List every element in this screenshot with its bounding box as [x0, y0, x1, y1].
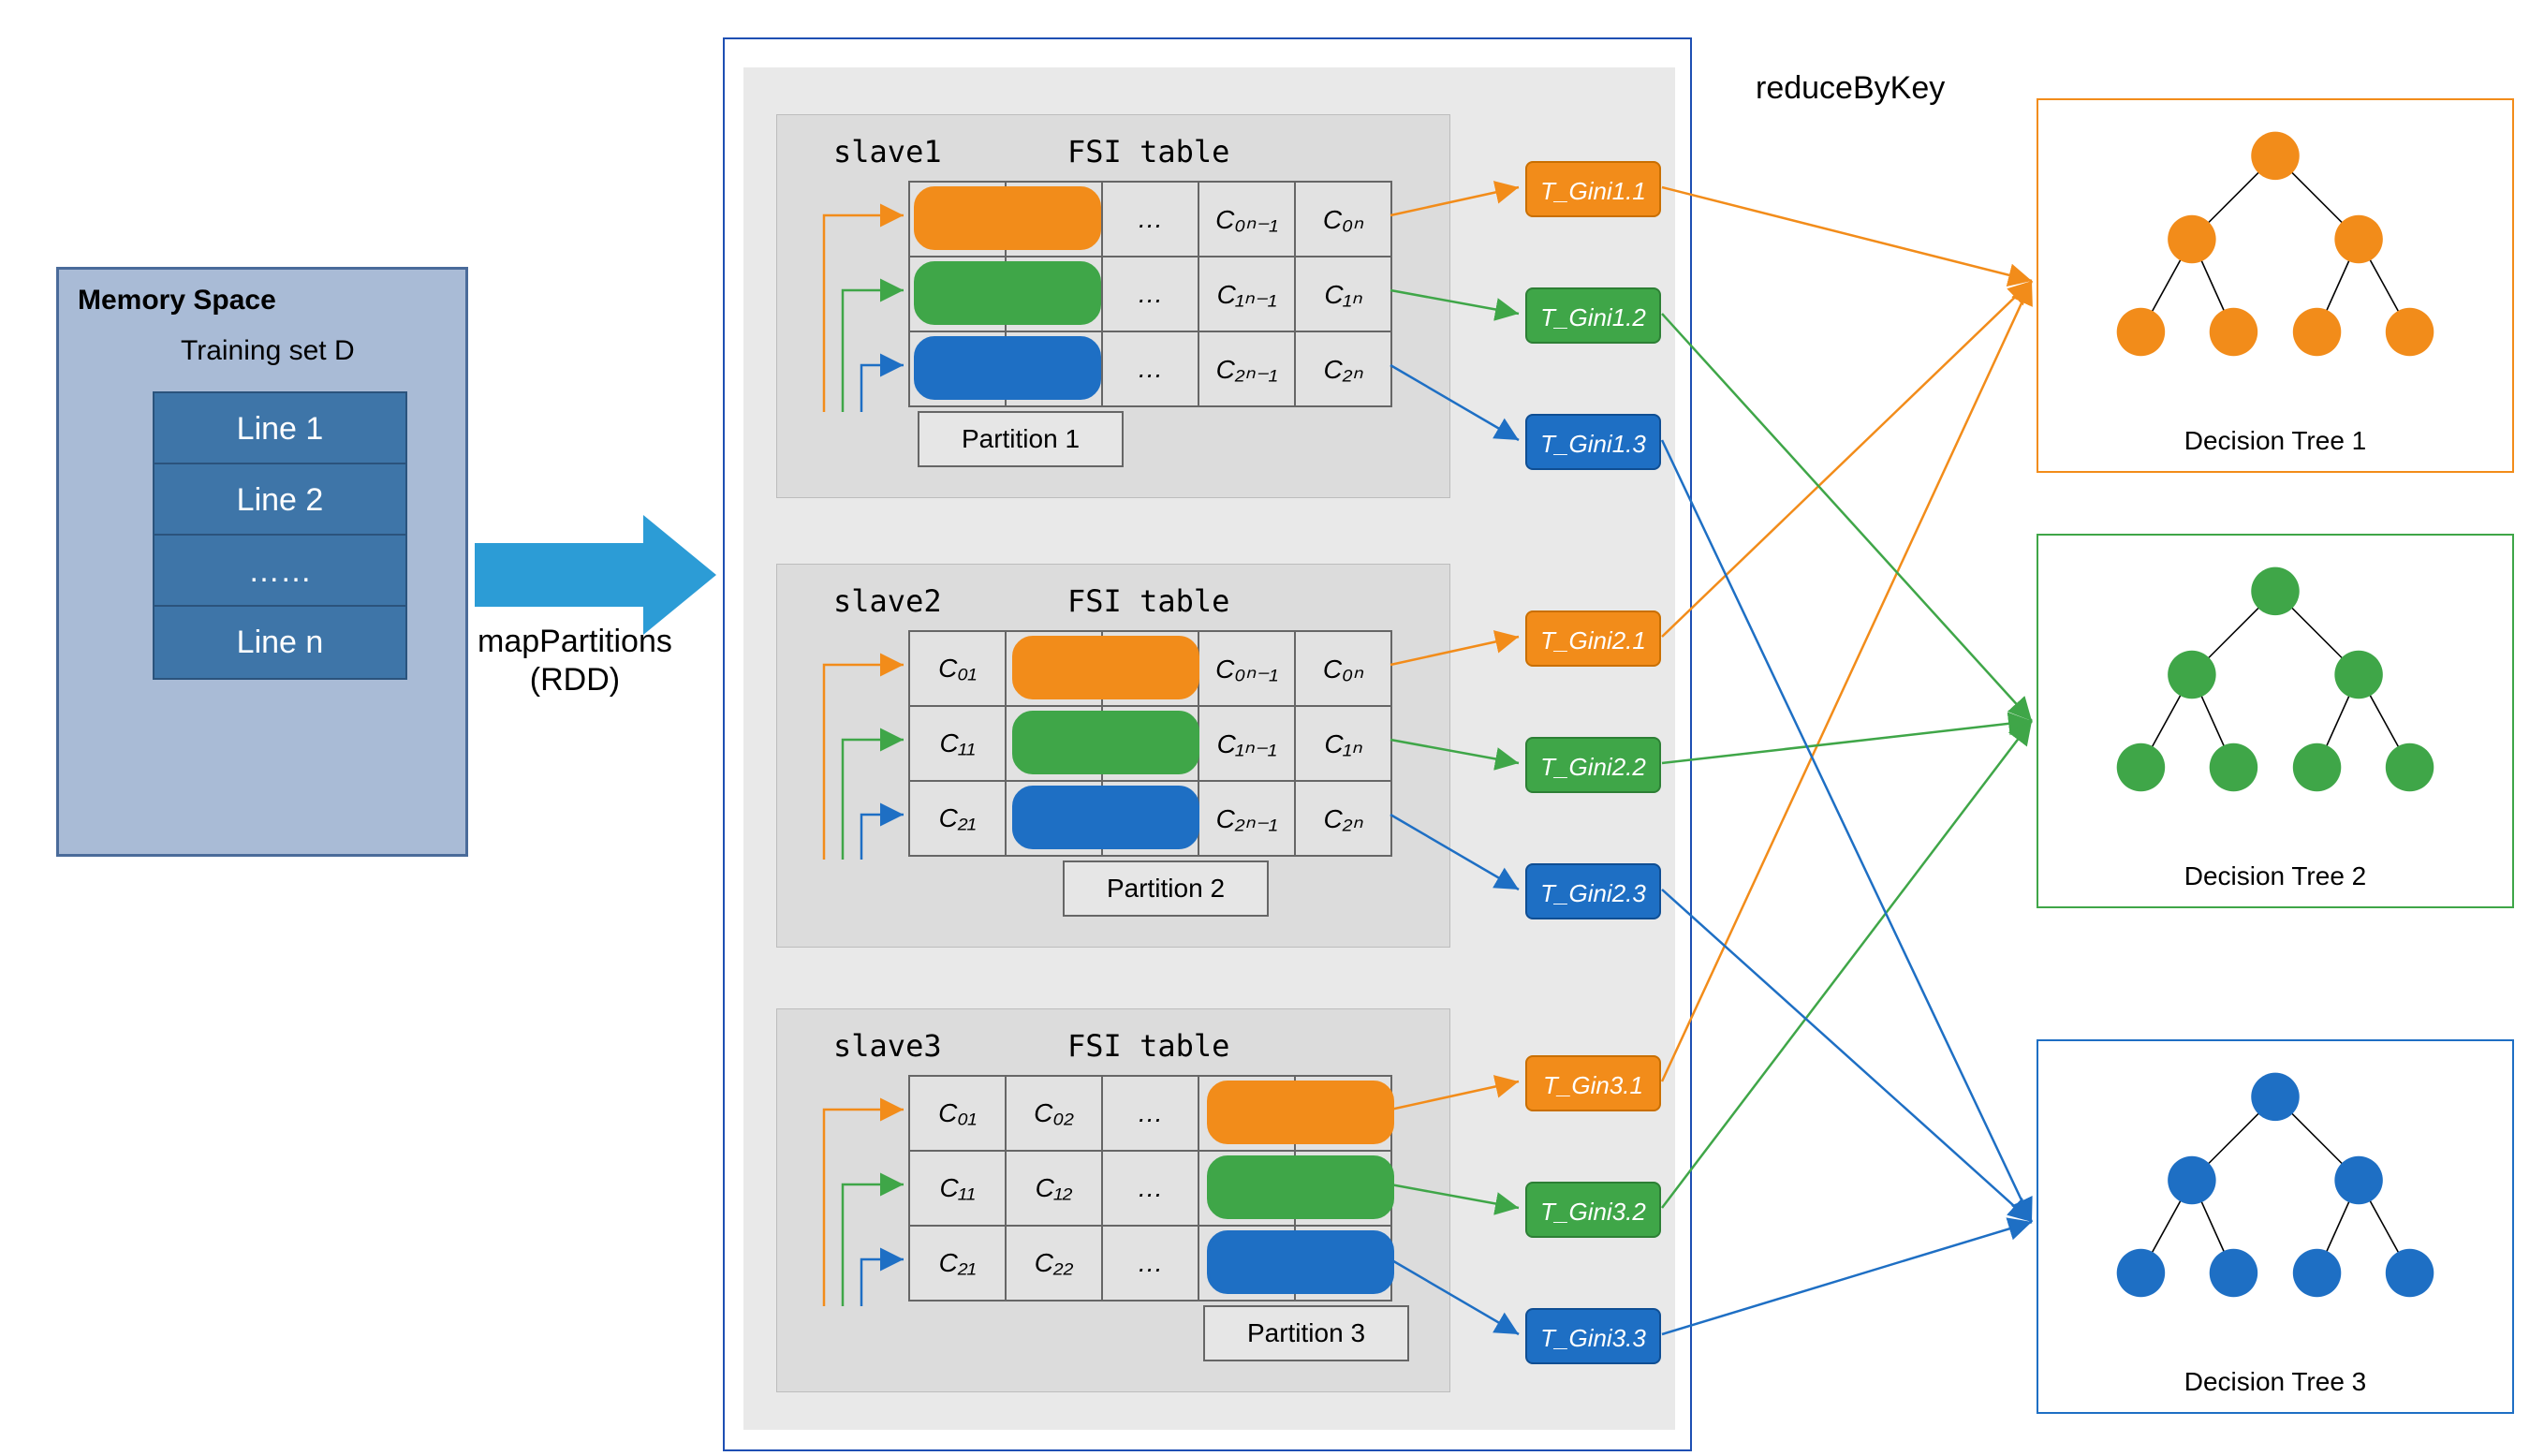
- cell: …: [1102, 257, 1198, 331]
- cell: C₁ₙ: [1295, 1151, 1391, 1226]
- tree-svg: [2038, 1041, 2512, 1412]
- gini-box: T_Gini2.1: [1525, 610, 1661, 667]
- reducebykey-label: reduceByKey: [1756, 70, 1945, 107]
- cell: C₁₂: [1006, 706, 1102, 781]
- cell: C₁ₙ₋₁: [1198, 1151, 1295, 1226]
- memory-line: Line n: [154, 607, 405, 678]
- cell: …: [1102, 182, 1198, 257]
- fsi-table-label: FSI table: [1067, 583, 1229, 619]
- gini-box: T_Gini2.2: [1525, 737, 1661, 793]
- slave3-block: slave3 FSI table C₀₁ C₀₂ … C₀ₙ₋₁ C₀ₙ C₁₁…: [776, 1008, 1450, 1392]
- partition2-label: Partition 2: [1063, 860, 1269, 917]
- slaves-container: slave1 FSI table C₀₁ C₀₂ … C₀ₙ₋₁ C₀ₙ C₁₁…: [723, 37, 1692, 1451]
- cell: C₀ₙ₋₁: [1198, 1076, 1295, 1151]
- memory-line: ……: [154, 536, 405, 607]
- cell: C₂ₙ₋₁: [1198, 1226, 1295, 1301]
- cell: C₀ₙ: [1295, 631, 1391, 706]
- cell: C₂₂: [1006, 331, 1102, 406]
- cell: C₀₁: [909, 631, 1006, 706]
- cell: C₀ₙ₋₁: [1198, 631, 1295, 706]
- cell: C₁ₙ: [1295, 257, 1391, 331]
- cell: C₀ₙ: [1295, 1076, 1391, 1151]
- gini-box: T_Gini1.1: [1525, 161, 1661, 217]
- cell: C₁₁: [909, 706, 1006, 781]
- cell: C₂ₙ: [1295, 1226, 1391, 1301]
- tree-svg: [2038, 536, 2512, 906]
- slave1-fsi-table: C₀₁ C₀₂ … C₀ₙ₋₁ C₀ₙ C₁₁ C₁₂ … C₁ₙ₋₁ C₁ₙ …: [908, 181, 1392, 407]
- slave1-block: slave1 FSI table C₀₁ C₀₂ … C₀ₙ₋₁ C₀ₙ C₁₁…: [776, 114, 1450, 498]
- cell: C₀₂: [1006, 631, 1102, 706]
- gini-box: T_Gini1.2: [1525, 287, 1661, 344]
- cell: C₀₁: [909, 182, 1006, 257]
- cell: C₀ₙ₋₁: [1198, 182, 1295, 257]
- cell: C₁₂: [1006, 257, 1102, 331]
- cell: C₂ₙ₋₁: [1198, 331, 1295, 406]
- cell: C₀ₙ: [1295, 182, 1391, 257]
- memory-space-panel: Memory Space Training set D Line 1 Line …: [56, 267, 468, 857]
- decision-tree-2: Decision Tree 2: [2037, 534, 2514, 908]
- gini-box: T_Gini2.3: [1525, 863, 1661, 919]
- cell: C₁₁: [909, 1151, 1006, 1226]
- cell: C₂ₙ: [1295, 331, 1391, 406]
- gini-box: T_Gin3.1: [1525, 1055, 1661, 1111]
- slave2-fsi-table: C₀₁ C₀₂ … C₀ₙ₋₁ C₀ₙ C₁₁ C₁₂ … C₁ₙ₋₁ C₁ₙ …: [908, 630, 1392, 857]
- cell: …: [1102, 706, 1198, 781]
- cell: …: [1102, 1151, 1198, 1226]
- cell: C₂₁: [909, 331, 1006, 406]
- tree3-caption: Decision Tree 3: [2038, 1367, 2512, 1397]
- fsi-table-label: FSI table: [1067, 134, 1229, 169]
- cell: C₂ₙ: [1295, 781, 1391, 856]
- cell: C₁₁: [909, 257, 1006, 331]
- partition1-label: Partition 1: [918, 411, 1124, 467]
- slave1-label: slave1: [833, 134, 942, 169]
- mappartitions-text: mapPartitions: [478, 624, 672, 659]
- cell: …: [1102, 1076, 1198, 1151]
- cell: …: [1102, 331, 1198, 406]
- training-set-label: Training set D: [181, 335, 355, 367]
- slave2-block: slave2 FSI table C₀₁ C₀₂ … C₀ₙ₋₁ C₀ₙ C₁₁…: [776, 564, 1450, 948]
- training-set-lines: Line 1 Line 2 …… Line n: [153, 391, 407, 680]
- cell: …: [1102, 1226, 1198, 1301]
- cell: …: [1102, 781, 1198, 856]
- cell: C₁ₙ: [1295, 706, 1391, 781]
- slave3-fsi-table: C₀₁ C₀₂ … C₀ₙ₋₁ C₀ₙ C₁₁ C₁₂ … C₁ₙ₋₁ C₁ₙ …: [908, 1075, 1392, 1302]
- tree1-caption: Decision Tree 1: [2038, 426, 2512, 456]
- cell: C₁₂: [1006, 1151, 1102, 1226]
- gini-box: T_Gini1.3: [1525, 414, 1661, 470]
- cell: C₀₁: [909, 1076, 1006, 1151]
- tree2-caption: Decision Tree 2: [2038, 861, 2512, 891]
- memory-line: Line 1: [154, 393, 405, 464]
- cell: C₀₂: [1006, 182, 1102, 257]
- cell: C₁ₙ₋₁: [1198, 257, 1295, 331]
- cell: …: [1102, 631, 1198, 706]
- cell: C₂₂: [1006, 1226, 1102, 1301]
- cell: C₁ₙ₋₁: [1198, 706, 1295, 781]
- decision-tree-1: Decision Tree 1: [2037, 98, 2514, 473]
- tree-svg: [2038, 100, 2512, 471]
- memory-line: Line 2: [154, 464, 405, 536]
- memory-space-title: Memory Space: [78, 285, 276, 316]
- mappartitions-label: mapPartitions (RDD): [478, 623, 672, 699]
- gini-box: T_Gini3.3: [1525, 1308, 1661, 1364]
- cell: C₂₁: [909, 1226, 1006, 1301]
- rdd-text: (RDD): [530, 662, 620, 698]
- fsi-table-label: FSI table: [1067, 1028, 1229, 1064]
- cell: C₂ₙ₋₁: [1198, 781, 1295, 856]
- mappartitions-arrow-icon: [475, 515, 716, 635]
- gini-box: T_Gini3.2: [1525, 1182, 1661, 1238]
- partition3-label: Partition 3: [1203, 1305, 1409, 1361]
- cell: C₂₂: [1006, 781, 1102, 856]
- cell: C₂₁: [909, 781, 1006, 856]
- slave2-label: slave2: [833, 583, 942, 619]
- slave3-label: slave3: [833, 1028, 942, 1064]
- decision-tree-3: Decision Tree 3: [2037, 1039, 2514, 1414]
- cell: C₀₂: [1006, 1076, 1102, 1151]
